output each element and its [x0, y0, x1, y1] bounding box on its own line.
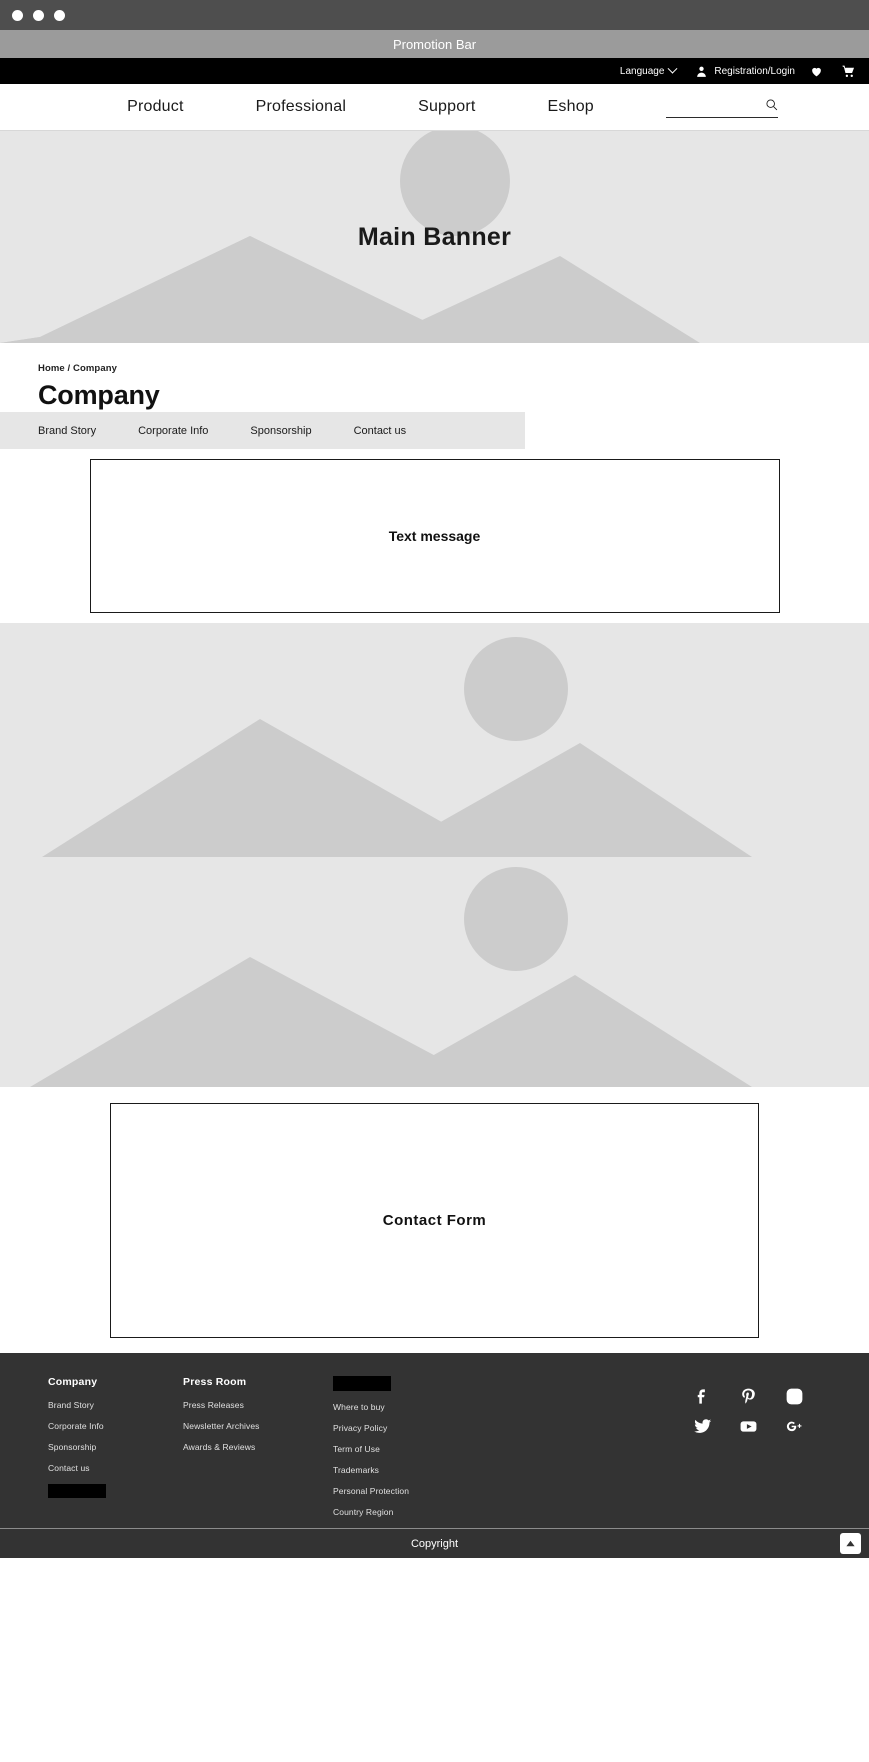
copyright-bar: Copyright: [0, 1528, 869, 1558]
search-input[interactable]: [674, 102, 761, 116]
media-placeholder-2: [0, 857, 869, 1087]
footer-link-sponsorship[interactable]: Sponsorship: [48, 1442, 183, 1452]
footer-link-brand-story[interactable]: Brand Story: [48, 1400, 183, 1410]
footer-column-company: Company Brand Story Corporate Info Spons…: [48, 1376, 183, 1528]
user-icon: [694, 64, 708, 78]
page-title: Company: [38, 380, 160, 410]
tab-brand-story[interactable]: Brand Story: [22, 425, 112, 437]
nav-item-support[interactable]: Support: [382, 98, 511, 116]
account-label: Registration/Login: [714, 65, 795, 77]
window-maximize-button[interactable]: [54, 9, 65, 21]
footer-link-where-to-buy[interactable]: Where to buy: [333, 1402, 493, 1412]
nav-item-professional[interactable]: Professional: [220, 98, 382, 116]
main-banner: Main Banner: [0, 131, 869, 343]
footer-link-country-region[interactable]: Country Region: [333, 1507, 493, 1517]
landscape-placeholder-icon: [42, 637, 752, 857]
chevron-up-icon: [846, 1540, 855, 1547]
breadcrumb[interactable]: Home / Company: [38, 363, 869, 374]
search-icon[interactable]: [765, 98, 778, 116]
nav-item-product[interactable]: Product: [91, 98, 220, 116]
contact-form-box[interactable]: Contact Form: [110, 1102, 759, 1338]
language-label: Language: [619, 65, 665, 77]
instagram-icon[interactable]: [785, 1387, 804, 1411]
footer-heading-press-room: Press Room: [183, 1376, 247, 1388]
media-placeholder-1: [0, 623, 869, 857]
main-banner-label: Main Banner: [357, 222, 512, 251]
tab-contact-us[interactable]: Contact us: [338, 425, 423, 437]
footer-column-press-room: Press Room Press Releases Newsletter Arc…: [183, 1376, 333, 1528]
tab-corporate-info[interactable]: Corporate Info: [122, 425, 224, 437]
facebook-icon[interactable]: [693, 1387, 712, 1411]
promotion-bar-text: Promotion Bar: [392, 36, 477, 52]
text-message-section: Text message: [0, 449, 869, 623]
footer-heading-company: Company: [48, 1376, 98, 1388]
footer-link-term-of-use[interactable]: Term of Use: [333, 1444, 493, 1454]
footer-link-newsletter-archives[interactable]: Newsletter Archives: [183, 1421, 333, 1431]
main-navigation: Product Professional Support Eshop: [0, 84, 869, 131]
window-close-button[interactable]: [12, 9, 23, 21]
utility-bar: Language Registration/Login: [0, 58, 869, 84]
text-message-label: Text message: [388, 528, 481, 544]
chevron-down-icon: [667, 63, 678, 74]
copyright-text: Copyright: [410, 1537, 459, 1550]
search-box[interactable]: [665, 96, 778, 118]
footer-link-corporate-info[interactable]: Corporate Info: [48, 1421, 183, 1431]
scroll-to-top-button[interactable]: [840, 1533, 861, 1554]
youtube-icon[interactable]: [739, 1417, 758, 1441]
twitter-icon[interactable]: [693, 1417, 712, 1441]
page-header: Home / Company Company: [0, 343, 869, 412]
social-links: [679, 1376, 817, 1528]
footer-link-press-releases[interactable]: Press Releases: [183, 1400, 333, 1410]
heart-icon[interactable]: [809, 64, 823, 78]
browser-window: Promotion Bar Language Registration/Logi…: [0, 0, 869, 1762]
site-footer: Company Brand Story Corporate Info Spons…: [0, 1353, 869, 1528]
section-tabs: Brand Story Corporate Info Sponsorship C…: [0, 412, 525, 449]
contact-form-section: Contact Form: [0, 1087, 869, 1353]
account-link[interactable]: Registration/Login: [694, 64, 795, 78]
googleplus-icon[interactable]: [785, 1417, 804, 1441]
pinterest-icon[interactable]: [739, 1387, 758, 1411]
footer-column-support: Where to buy Privacy Policy Term of Use …: [333, 1376, 493, 1528]
footer-heading-redacted: [333, 1376, 391, 1391]
shopping-cart-icon[interactable]: [841, 64, 855, 78]
language-selector[interactable]: Language: [619, 63, 678, 77]
footer-link-awards-reviews[interactable]: Awards & Reviews: [183, 1442, 333, 1452]
promotion-bar[interactable]: Promotion Bar: [0, 30, 869, 58]
tab-sponsorship[interactable]: Sponsorship: [234, 425, 327, 437]
browser-titlebar: [0, 0, 869, 30]
contact-form-label: Contact Form: [382, 1211, 487, 1229]
footer-link-privacy-policy[interactable]: Privacy Policy: [333, 1423, 493, 1433]
footer-link-personal-protection[interactable]: Personal Protection: [333, 1486, 493, 1496]
landscape-placeholder-icon: [30, 867, 752, 1087]
text-message-box: Text message: [89, 459, 780, 613]
footer-link-contact-us[interactable]: Contact us: [48, 1463, 183, 1473]
footer-redacted-block: [48, 1484, 106, 1498]
footer-link-trademarks[interactable]: Trademarks: [333, 1465, 493, 1475]
window-minimize-button[interactable]: [33, 9, 44, 21]
nav-item-eshop[interactable]: Eshop: [512, 98, 630, 116]
